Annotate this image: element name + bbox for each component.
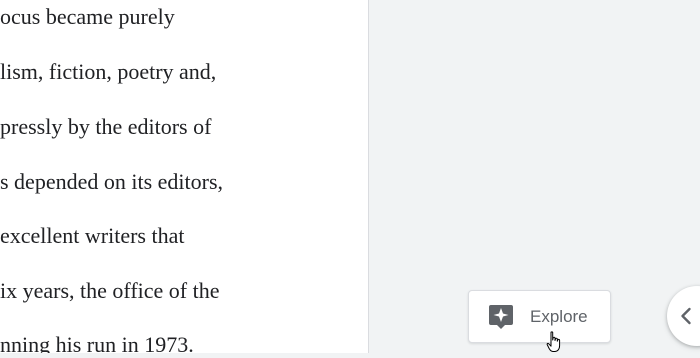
document-text-line[interactable]: excellent writers that	[0, 223, 184, 249]
explore-star-icon	[488, 304, 514, 330]
document-page[interactable]: ocus became purely lism, fiction, poetry…	[0, 0, 369, 353]
document-text-line[interactable]: ocus became purely	[0, 4, 175, 30]
document-text-line[interactable]: pressly by the editors of	[0, 114, 211, 140]
explore-button[interactable]: Explore	[468, 290, 611, 343]
document-text-line[interactable]: nning his run in 1973.	[0, 332, 194, 353]
explore-label: Explore	[530, 307, 588, 326]
document-text-line[interactable]: lism, fiction, poetry and,	[0, 59, 216, 85]
document-text-line[interactable]: ix years, the office of the	[0, 278, 220, 304]
document-text-line[interactable]: s depended on its editors,	[0, 169, 223, 195]
chevron-left-icon	[681, 307, 691, 325]
